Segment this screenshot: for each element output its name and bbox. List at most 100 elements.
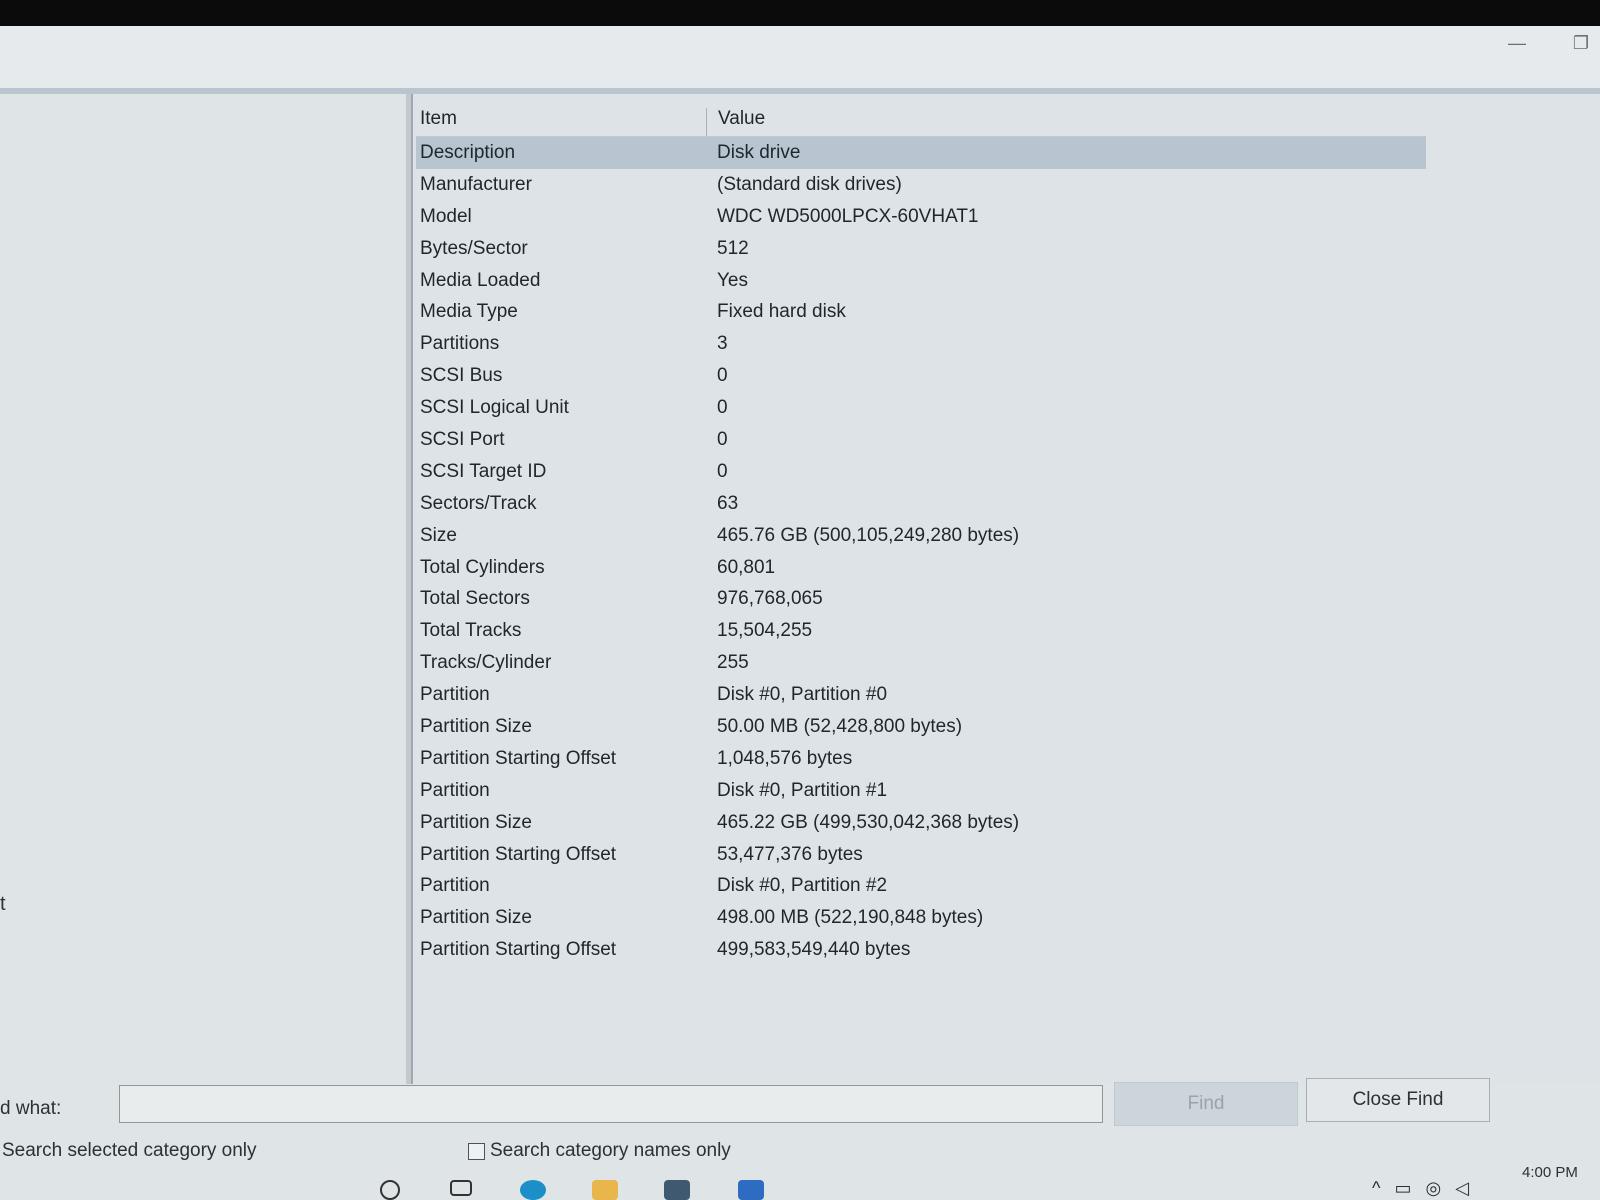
- row-item-cell: Partitions: [420, 333, 500, 355]
- table-row[interactable]: SCSI Target ID 0: [416, 456, 1426, 488]
- table-header: Item Value: [416, 98, 1426, 137]
- row-item-cell: Media Type: [420, 301, 518, 323]
- table-row[interactable]: SCSI Logical Unit 0: [416, 392, 1426, 424]
- search-category-names-checkbox[interactable]: [468, 1142, 485, 1160]
- row-value-cell: Yes: [717, 269, 748, 291]
- column-header-item[interactable]: Item: [416, 108, 707, 136]
- column-header-value[interactable]: Value: [707, 108, 765, 136]
- find-button[interactable]: Find: [1114, 1082, 1298, 1126]
- table-body: Description Disk drive Manufacturer (Standa…: [416, 137, 1426, 966]
- row-value-cell: Disk drive: [717, 141, 801, 163]
- search-category-names-label: Search category names only: [490, 1140, 731, 1161]
- search-icon[interactable]: [380, 1180, 400, 1200]
- table-row[interactable]: Partitions 3: [416, 328, 1426, 360]
- row-value-cell: Disk #0, Partition #1: [717, 779, 888, 801]
- table-row[interactable]: Partition Size 50.00 MB (52,428,800 bytes…: [416, 711, 1426, 743]
- table-row[interactable]: Total Cylinders 60,801: [416, 552, 1426, 584]
- table-row[interactable]: Partition Disk #0, Partition #0: [416, 679, 1426, 711]
- table-row[interactable]: Model WDC WD5000LPCX-60VHAT1: [416, 201, 1426, 233]
- row-item-cell: Sectors/Track: [420, 492, 537, 514]
- battery-icon[interactable]: ▭: [1394, 1178, 1411, 1199]
- find-what-input[interactable]: [119, 1085, 1103, 1123]
- row-item-cell: Bytes/Sector: [420, 237, 528, 259]
- network-globe-icon[interactable]: ◎: [1425, 1178, 1441, 1199]
- table-row[interactable]: Total Tracks 15,504,255: [416, 615, 1426, 647]
- row-item-cell: Partition Size: [420, 907, 532, 929]
- taskbar-icons: [380, 1180, 800, 1200]
- search-selected-category-checkbox[interactable]: Search selected category only: [2, 1140, 257, 1162]
- details-table: Item Value Description Disk drive Manufact…: [416, 98, 1426, 966]
- row-value-cell: 0: [717, 365, 728, 387]
- partial-tree-text: t: [0, 893, 6, 915]
- store-icon[interactable]: [738, 1180, 764, 1200]
- table-row[interactable]: Partition Starting Offset 53,477,376 byte…: [416, 839, 1426, 871]
- row-value-cell: 3: [717, 333, 728, 355]
- row-item-cell: Size: [420, 524, 457, 546]
- row-value-cell: 512: [717, 237, 749, 259]
- row-item-cell: Tracks/Cylinder: [420, 652, 552, 674]
- task-view-icon[interactable]: [450, 1180, 472, 1196]
- top-bezel: [0, 0, 1600, 26]
- row-item-cell: Partition Starting Offset: [420, 747, 617, 769]
- row-value-cell: 976,768,065: [717, 588, 823, 610]
- row-item-cell: SCSI Logical Unit: [420, 397, 569, 419]
- row-item-cell: Partition: [420, 684, 490, 706]
- mail-icon[interactable]: [664, 1180, 690, 1200]
- row-value-cell: 63: [717, 492, 739, 514]
- table-row[interactable]: Bytes/Sector 512: [416, 233, 1426, 265]
- table-row[interactable]: Media Loaded Yes: [416, 265, 1426, 297]
- row-item-cell: Partition Size: [420, 811, 532, 833]
- row-item-cell: SCSI Port: [420, 428, 505, 450]
- row-item-cell: Total Tracks: [420, 620, 522, 642]
- search-category-names-option[interactable]: Search category names only: [468, 1140, 731, 1162]
- volume-icon[interactable]: ◁: [1455, 1178, 1469, 1199]
- row-value-cell: 50.00 MB (52,428,800 bytes): [717, 715, 963, 737]
- row-item-cell: SCSI Target ID: [420, 460, 547, 482]
- title-bar: [0, 26, 1600, 88]
- close-find-button[interactable]: Close Find: [1306, 1078, 1490, 1122]
- table-row[interactable]: SCSI Bus 0: [416, 360, 1426, 392]
- table-row[interactable]: Total Sectors 976,768,065: [416, 583, 1426, 615]
- row-value-cell: Disk #0, Partition #2: [717, 875, 888, 897]
- row-item-cell: Partition Size: [420, 715, 532, 737]
- table-row[interactable]: Partition Starting Offset 499,583,549,440…: [416, 934, 1426, 966]
- row-value-cell: 15,504,255: [717, 620, 813, 642]
- table-row[interactable]: SCSI Port 0: [416, 424, 1426, 456]
- row-value-cell: 53,477,376 bytes: [717, 843, 863, 865]
- table-row[interactable]: Partition Starting Offset 1,048,576 bytes: [416, 743, 1426, 775]
- table-row[interactable]: Partition Size 498.00 MB (522,190,848 byt…: [416, 902, 1426, 934]
- table-row[interactable]: Size 465.76 GB (500,105,249,280 bytes): [416, 520, 1426, 552]
- row-value-cell: 60,801: [717, 556, 776, 578]
- row-value-cell: 1,048,576 bytes: [717, 747, 853, 769]
- row-item-cell: Total Cylinders: [420, 556, 545, 578]
- row-item-cell: Partition Starting Offset: [420, 939, 617, 961]
- minimize-button[interactable]: —: [1502, 30, 1532, 56]
- row-item-cell: Partition Starting Offset: [420, 843, 617, 865]
- maximize-button[interactable]: ❐: [1566, 30, 1596, 56]
- table-row[interactable]: Sectors/Track 63: [416, 488, 1426, 520]
- row-item-cell: Total Sectors: [420, 588, 530, 610]
- table-row[interactable]: Partition Disk #0, Partition #1: [416, 775, 1426, 807]
- category-tree-pane[interactable]: [0, 94, 411, 1084]
- row-item-cell: Manufacturer: [420, 173, 532, 195]
- table-row[interactable]: Manufacturer (Standard disk drives): [416, 169, 1426, 201]
- row-value-cell: 0: [717, 428, 728, 450]
- chevron-up-icon[interactable]: ^: [1372, 1178, 1380, 1199]
- table-row[interactable]: Media Type Fixed hard disk: [416, 296, 1426, 328]
- row-item-cell: Media Loaded: [420, 269, 541, 291]
- row-value-cell: 255: [717, 652, 749, 674]
- row-value-cell: 0: [717, 397, 728, 419]
- table-row[interactable]: Partition Size 465.22 GB (499,530,042,368…: [416, 807, 1426, 839]
- system-tray: ^ ▭ ◎ ◁: [1372, 1178, 1469, 1199]
- find-what-label: d what:: [0, 1098, 62, 1119]
- row-item-cell: Description: [420, 141, 516, 163]
- table-row[interactable]: Partition Disk #0, Partition #2: [416, 870, 1426, 902]
- edge-browser-icon[interactable]: [520, 1180, 546, 1200]
- table-row[interactable]: Description Disk drive: [416, 137, 1426, 169]
- file-explorer-icon[interactable]: [592, 1180, 618, 1200]
- row-item-cell: Partition: [420, 779, 490, 801]
- table-row[interactable]: Tracks/Cylinder 255: [416, 647, 1426, 679]
- row-value-cell: (Standard disk drives): [717, 173, 902, 195]
- taskbar-clock[interactable]: 4:00 PM: [1522, 1164, 1578, 1181]
- row-value-cell: 499,583,549,440 bytes: [717, 939, 911, 961]
